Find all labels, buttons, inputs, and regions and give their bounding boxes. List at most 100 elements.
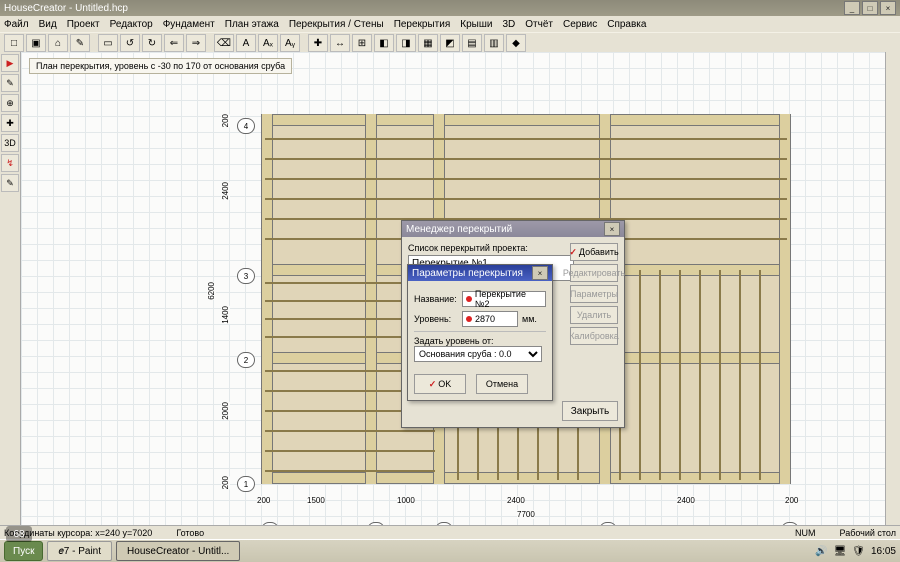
menu-service[interactable]: Сервис — [563, 19, 597, 30]
axis-bubble: 3 — [237, 268, 255, 284]
axis-bubble: 2 — [237, 352, 255, 368]
minimize-button[interactable]: _ — [844, 1, 860, 15]
marker-icon — [466, 296, 472, 302]
tool-icon[interactable]: ⇐ — [164, 34, 184, 52]
app-title: HouseCreator - Untitled.hcp — [4, 3, 128, 14]
tool-icon[interactable]: ✚ — [308, 34, 328, 52]
menu-roofs[interactable]: Крыши — [460, 19, 492, 30]
tool-icon[interactable]: ⊞ — [352, 34, 372, 52]
side-tool-icon[interactable]: ✎ — [1, 74, 19, 92]
statusbar: Координаты курсора: x=240 y=7020 Готово … — [0, 525, 900, 540]
menu-3d[interactable]: 3D — [502, 19, 515, 30]
side-tool-icon[interactable]: ✚ — [1, 114, 19, 132]
dialog-close-icon[interactable]: × — [604, 222, 620, 236]
side-tool-icon[interactable]: ↯ — [1, 154, 19, 172]
delete-button[interactable]: Удалить — [570, 306, 618, 324]
menu-file[interactable]: Файл — [4, 19, 29, 30]
num-indicator: NUM — [795, 528, 816, 538]
menu-floors-walls[interactable]: Перекрытия / Стены — [289, 19, 384, 30]
dimension: 200 — [785, 496, 798, 505]
cancel-button[interactable]: Отмена — [476, 374, 528, 394]
menu-floor-plan[interactable]: План этажа — [225, 19, 279, 30]
menubar: Файл Вид Проект Редактор Фундамент План … — [0, 16, 900, 32]
drawing-canvas[interactable]: План перекрытия, уровень с -30 по 170 от… — [21, 52, 885, 548]
system-tray[interactable]: 🔊 🖥 🛡 16:05 — [815, 546, 896, 557]
side-tool-icon[interactable]: ✎ — [1, 174, 19, 192]
dimension: 2400 — [221, 182, 230, 200]
work-area: ▶ ✎ ⊕ ✚ 3D ↯ ✎ План перекрытия, уровень … — [0, 52, 900, 548]
tool-icon[interactable]: ⇒ — [186, 34, 206, 52]
dialog-titlebar[interactable]: Параметры перекрытия × — [408, 265, 552, 281]
tool-icon[interactable]: ↻ — [142, 34, 162, 52]
taskbar-task[interactable]: HouseCreator - Untitl... — [116, 541, 240, 561]
level-label: Уровень: — [414, 314, 458, 324]
tool-icon[interactable]: ↔ — [330, 34, 350, 52]
status-hint: Готово — [176, 528, 204, 538]
vertical-scrollbar[interactable] — [885, 52, 900, 548]
params-button[interactable]: Параметры — [570, 285, 618, 303]
tool-icon[interactable]: ✎ — [70, 34, 90, 52]
edit-button[interactable]: Редактировать — [570, 264, 618, 282]
close-button[interactable]: Закрыть — [562, 401, 618, 421]
tool-icon[interactable]: ▤ — [462, 34, 482, 52]
os-taskbar: Пуск 𝑒7 - Paint HouseCreator - Untitl...… — [0, 539, 900, 562]
tool-icon[interactable]: ↺ — [120, 34, 140, 52]
tool-icon[interactable]: Aᵧ — [280, 34, 300, 52]
add-button[interactable]: ✓Добавить — [570, 243, 618, 261]
tool-icon[interactable]: ◨ — [396, 34, 416, 52]
menu-help[interactable]: Справка — [607, 19, 646, 30]
plan-note: План перекрытия, уровень с -30 по 170 от… — [29, 58, 292, 74]
tool-icon[interactable]: ◆ — [506, 34, 526, 52]
side-toolbar: ▶ ✎ ⊕ ✚ 3D ↯ ✎ — [0, 52, 21, 548]
titlebar: HouseCreator - Untitled.hcp _ □ × — [0, 0, 900, 16]
dimension: 1500 — [307, 496, 325, 505]
axis-bubble: 4 — [237, 118, 255, 134]
dialog-close-icon[interactable]: × — [532, 266, 548, 280]
tray-icon[interactable]: 🛡 — [852, 546, 865, 557]
ok-button[interactable]: ✓OK — [414, 374, 466, 394]
menu-foundation[interactable]: Фундамент — [163, 19, 215, 30]
tool-icon[interactable]: ◧ — [374, 34, 394, 52]
tray-icon[interactable]: 🖥 — [834, 546, 847, 557]
dimension: 200 — [257, 496, 270, 505]
level-field[interactable]: 2870 — [462, 311, 518, 327]
dialog-titlebar[interactable]: Менеджер перекрытий × — [402, 221, 624, 237]
side-tool-icon[interactable]: ⊕ — [1, 94, 19, 112]
dimension: 2400 — [507, 496, 525, 505]
workspace-label: Рабочий стол — [840, 528, 897, 538]
tool-icon[interactable]: □ — [4, 34, 24, 52]
dimension: 1000 — [397, 496, 415, 505]
tool-icon[interactable]: ◩ — [440, 34, 460, 52]
calib-button[interactable]: Калибровка — [570, 327, 618, 345]
tool-icon[interactable]: ▥ — [484, 34, 504, 52]
menu-floors[interactable]: Перекрытия — [394, 19, 451, 30]
menu-editor[interactable]: Редактор — [110, 19, 153, 30]
tool-icon[interactable]: Aₓ — [258, 34, 278, 52]
dimension: 1400 — [221, 306, 230, 324]
dimension-total: 7700 — [517, 510, 535, 519]
tool-icon[interactable]: ⌂ — [48, 34, 68, 52]
main-toolbar: □ ▣ ⌂ ✎ ▭ ↺ ↻ ⇐ ⇒ ⌫ A Aₓ Aᵧ ✚ ↔ ⊞ ◧ ◨ ▦ … — [0, 32, 900, 54]
taskbar-task[interactable]: 𝑒7 - Paint — [47, 541, 112, 561]
tool-icon[interactable]: ⌫ — [214, 34, 234, 52]
dimension: 200 — [221, 476, 230, 489]
dimension: 2400 — [677, 496, 695, 505]
tool-icon[interactable]: A — [236, 34, 256, 52]
maximize-button[interactable]: □ — [862, 1, 878, 15]
unit-label: мм. — [522, 314, 537, 324]
name-field[interactable]: Перекрытие №2 — [462, 291, 546, 307]
tool-icon[interactable]: ▣ — [26, 34, 46, 52]
side-tool-icon[interactable]: 3D — [1, 134, 19, 152]
menu-project[interactable]: Проект — [67, 19, 100, 30]
start-button[interactable]: Пуск — [4, 541, 43, 561]
side-tool-icon[interactable]: ▶ — [1, 54, 19, 72]
axis-bubble: 1 — [237, 476, 255, 492]
menu-view[interactable]: Вид — [39, 19, 57, 30]
tool-icon[interactable]: ▭ — [98, 34, 118, 52]
dimension: 200 — [221, 114, 230, 127]
tray-icon[interactable]: 🔊 — [815, 546, 827, 557]
menu-report[interactable]: Отчёт — [525, 19, 553, 30]
tool-icon[interactable]: ▦ — [418, 34, 438, 52]
close-button[interactable]: × — [880, 1, 896, 15]
set-from-select[interactable]: Основания сруба : 0.0 — [414, 346, 542, 362]
